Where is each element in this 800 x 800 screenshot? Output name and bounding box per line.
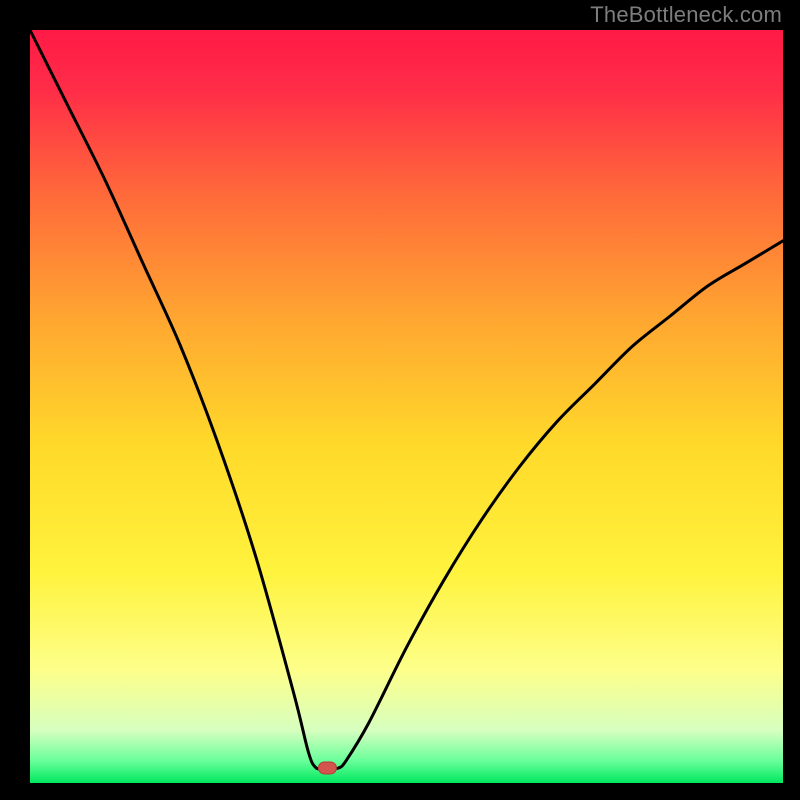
chart-container: TheBottleneck.com	[0, 0, 800, 800]
optimum-marker	[318, 762, 336, 774]
plot-background	[30, 30, 783, 783]
watermark-text: TheBottleneck.com	[590, 2, 782, 28]
bottleneck-chart	[0, 0, 800, 800]
